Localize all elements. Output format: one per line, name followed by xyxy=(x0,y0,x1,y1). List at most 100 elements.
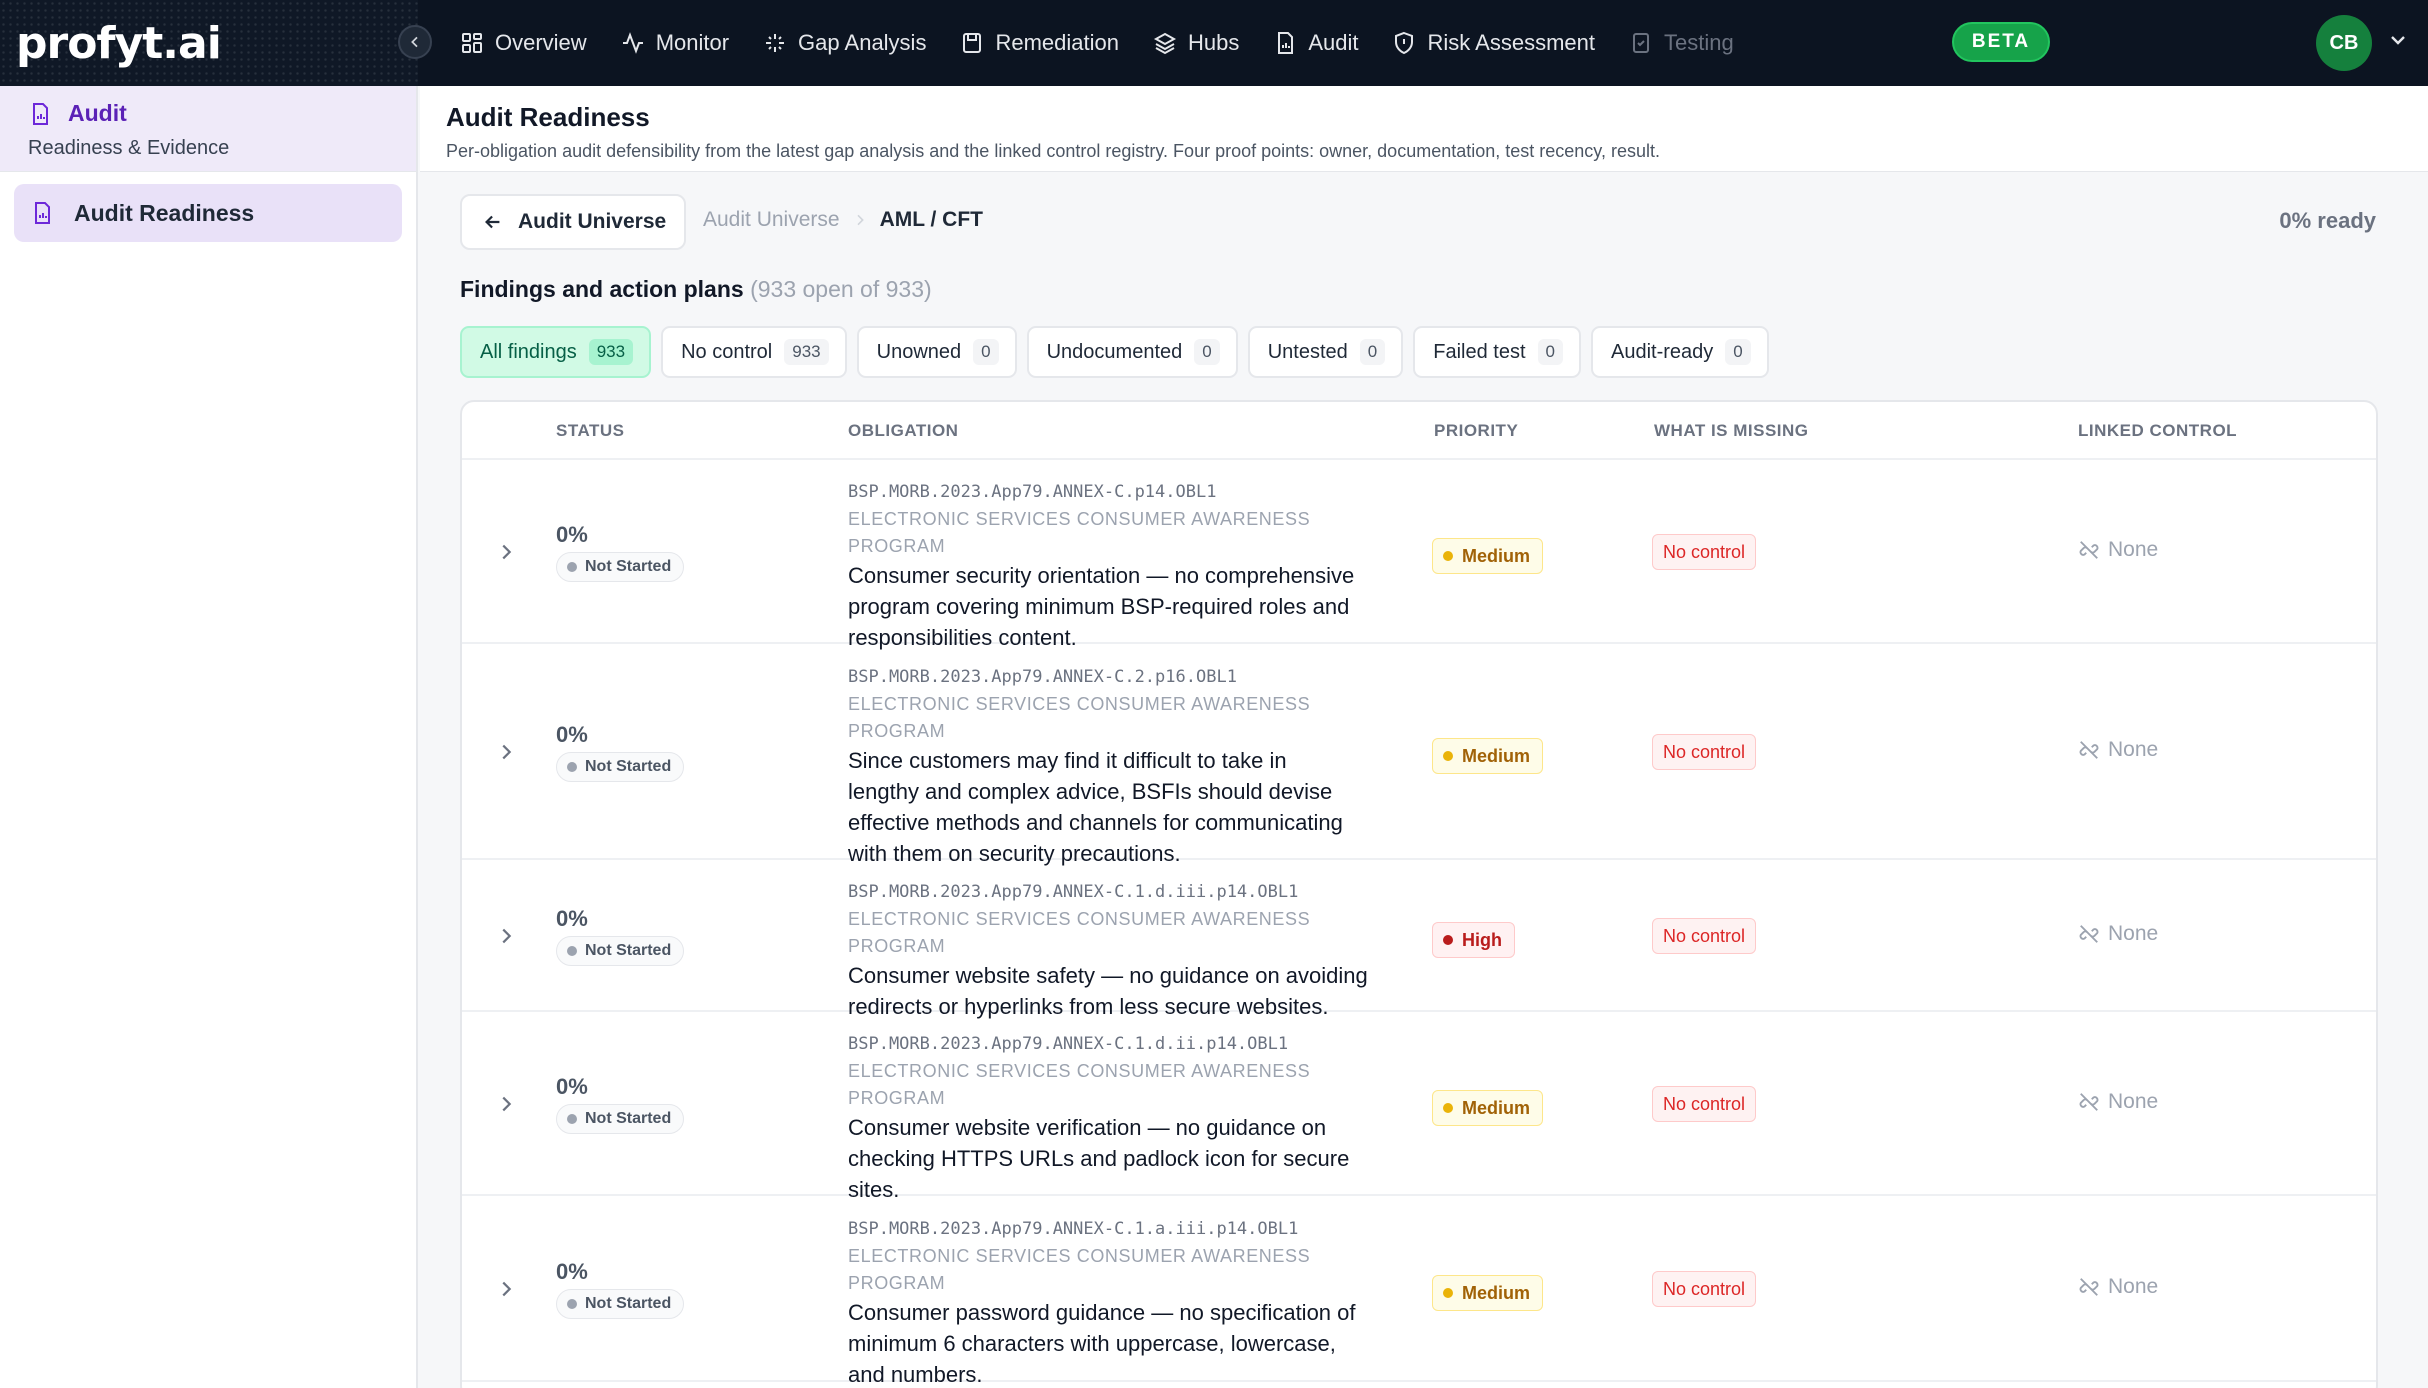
table-row[interactable]: 0% Not Started BSP.MORB.2023.App79.ANNEX-C… xyxy=(462,460,2376,650)
nav-gap-analysis-label: Gap Analysis xyxy=(798,30,927,55)
obligation-description-line: and numbers. xyxy=(848,1362,983,1387)
nav-gap-analysis[interactable]: Gap Analysis xyxy=(763,30,926,56)
column-header-linked-control[interactable]: LINKED CONTROL xyxy=(2078,421,2237,441)
status-badge: Not Started xyxy=(556,1289,685,1319)
breadcrumb-root[interactable]: Audit Universe xyxy=(703,208,840,232)
obligation-description: Since customers may find it difficult to… xyxy=(848,745,1408,869)
sidebar-item-audit-readiness[interactable]: Audit Readiness xyxy=(14,184,402,242)
nav-monitor[interactable]: Monitor xyxy=(621,30,729,56)
table-row[interactable]: 0% Not Started BSP.MORB.2023.App79.ANNEX-C… xyxy=(462,1196,2376,1387)
logo[interactable]: profyt.ai xyxy=(16,18,222,69)
clipboard-icon xyxy=(963,33,982,53)
filter-label: Untested xyxy=(1267,340,1348,363)
status-badge: Not Started xyxy=(556,936,685,966)
linked-control-label: None xyxy=(2108,538,2159,561)
nav-overview[interactable]: Overview xyxy=(460,30,587,56)
column-header-obligation[interactable]: OBLIGATION xyxy=(848,421,958,441)
status-dot xyxy=(567,946,577,956)
expand-chevron-icon[interactable] xyxy=(495,925,517,947)
expand-chevron-icon[interactable] xyxy=(495,1278,517,1300)
filter-untested[interactable]: Untested 0 xyxy=(1247,326,1404,378)
column-header-missing[interactable]: WHAT IS MISSING xyxy=(1654,421,1809,441)
obligation-description: Consumer security orientation — no compr… xyxy=(848,560,1408,653)
link-off-icon xyxy=(2079,1093,2099,1111)
nav-risk-assessment-label: Risk Assessment xyxy=(1427,30,1595,55)
filter-failed-test[interactable]: Failed test 0 xyxy=(1413,326,1581,378)
status-label: Not Started xyxy=(585,1295,672,1312)
filter-label: No control xyxy=(681,340,773,363)
filter-count: 0 xyxy=(1725,339,1751,365)
column-header-priority[interactable]: PRIORITY xyxy=(1434,421,1518,441)
filter-unowned[interactable]: Unowned 0 xyxy=(856,326,1017,378)
page-header: Audit Readiness Per-obligation audit def… xyxy=(420,86,2428,172)
logo-area: profyt.ai xyxy=(0,0,432,86)
chevron-down-icon[interactable] xyxy=(2386,28,2410,52)
obligation-description-line: Consumer website safety — no guidance on… xyxy=(848,962,1368,988)
obligation-program: ELECTRONIC SERVICES CONSUMER AWARENESS P… xyxy=(848,1061,1311,1108)
obligation-code: BSP.MORB.2023.App79.ANNEX-C.1.a.iii.p14.… xyxy=(848,1219,1299,1239)
filter-all-findings[interactable]: All findings 933 xyxy=(460,326,652,378)
priority-badge: Medium xyxy=(1432,738,1544,774)
priority-badge: Medium xyxy=(1432,1275,1544,1311)
filter-count: 0 xyxy=(1537,339,1563,365)
missing-badge: No control xyxy=(1652,918,1757,954)
linked-control-label: None xyxy=(2108,1090,2159,1113)
layers-icon xyxy=(1153,32,1177,55)
filter-no-control[interactable]: No control 933 xyxy=(661,326,847,378)
obligation-cell: BSP.MORB.2023.App79.ANNEX-C.p14.OBL1 ELEC… xyxy=(848,478,1408,653)
nav-audit[interactable]: Audit xyxy=(1273,30,1358,56)
expand-chevron-icon[interactable] xyxy=(495,1093,517,1115)
table-row[interactable]: 0% Not Started BSP.MORB.2023.App79.ANNEX-C… xyxy=(462,1012,2376,1202)
priority-dot xyxy=(1443,751,1453,761)
back-button-label: Audit Universe xyxy=(518,210,667,233)
file-chart-icon xyxy=(33,102,48,125)
priority-dot xyxy=(1443,1288,1453,1298)
linked-control[interactable]: None xyxy=(2078,538,2158,562)
nav-testing[interactable]: Testing xyxy=(1629,30,1734,56)
readiness-pct: 0% xyxy=(556,522,588,547)
linked-control[interactable]: None xyxy=(2078,1090,2158,1114)
filter-label: Failed test xyxy=(1433,340,1526,363)
top-nav-bar: profyt.ai Overview Monitor Gap Analysis … xyxy=(0,0,2428,86)
priority-label: High xyxy=(1462,929,1502,950)
priority-dot xyxy=(1443,935,1453,945)
filter-label: All findings xyxy=(480,340,577,363)
user-avatar[interactable]: CB xyxy=(2316,15,2372,71)
grid-icon xyxy=(462,33,482,53)
column-header-status[interactable]: STATUS xyxy=(556,421,624,441)
nav-remediation-label: Remediation xyxy=(995,30,1119,55)
beta-badge: BETA xyxy=(1952,22,2050,62)
findings-summary: (933 open of 933) xyxy=(750,276,932,302)
back-button[interactable]: Audit Universe xyxy=(460,194,686,250)
link-off-icon xyxy=(2079,741,2099,759)
table-row[interactable]: 0% Not Started BSP.MORB.2023.App79.ANNEX-C… xyxy=(462,860,2376,1019)
sidebar-section-subtitle: Readiness & Evidence xyxy=(28,137,230,159)
linked-control[interactable]: None xyxy=(2078,1275,2158,1299)
nav-risk-assessment[interactable]: Risk Assessment xyxy=(1392,30,1595,56)
filter-undocumented[interactable]: Undocumented 0 xyxy=(1026,326,1238,378)
obligation-code: BSP.MORB.2023.App79.ANNEX-C.2.p16.OBL1 xyxy=(848,666,1237,687)
status-label: Not Started xyxy=(585,558,672,575)
table-body: 0% Not Started BSP.MORB.2023.App79.ANNEX-C… xyxy=(462,460,2376,1387)
nav-remediation[interactable]: Remediation xyxy=(960,30,1119,56)
priority-dot xyxy=(1443,551,1453,561)
obligation-description-line: program covering minimum BSP-required ro… xyxy=(848,594,1350,619)
readiness-pct: 0% xyxy=(556,1259,588,1284)
missing-badge: No control xyxy=(1652,534,1757,570)
linked-control[interactable]: None xyxy=(2078,922,2158,946)
priority-badge: Medium xyxy=(1432,538,1544,574)
nav-hubs[interactable]: Hubs xyxy=(1153,30,1239,56)
status-dot xyxy=(567,1114,577,1124)
nav-hubs-label: Hubs xyxy=(1187,30,1240,55)
table-row[interactable]: 0% Not Started BSP.MORB.2023.App79.ANNEX-C… xyxy=(462,644,2376,866)
priority-dot xyxy=(1443,1103,1453,1113)
expand-chevron-icon[interactable] xyxy=(495,541,517,563)
collapse-sidebar-button[interactable] xyxy=(398,25,432,59)
filter-count: 933 xyxy=(588,339,634,365)
status-dot xyxy=(567,762,577,772)
expand-chevron-icon[interactable] xyxy=(495,741,517,763)
filter-audit-ready[interactable]: Audit-ready 0 xyxy=(1591,326,1769,378)
link-off-icon xyxy=(2079,925,2099,943)
obligation-cell: BSP.MORB.2023.App79.ANNEX-C.1.d.ii.p14.O… xyxy=(848,1030,1408,1205)
linked-control[interactable]: None xyxy=(2078,738,2158,762)
